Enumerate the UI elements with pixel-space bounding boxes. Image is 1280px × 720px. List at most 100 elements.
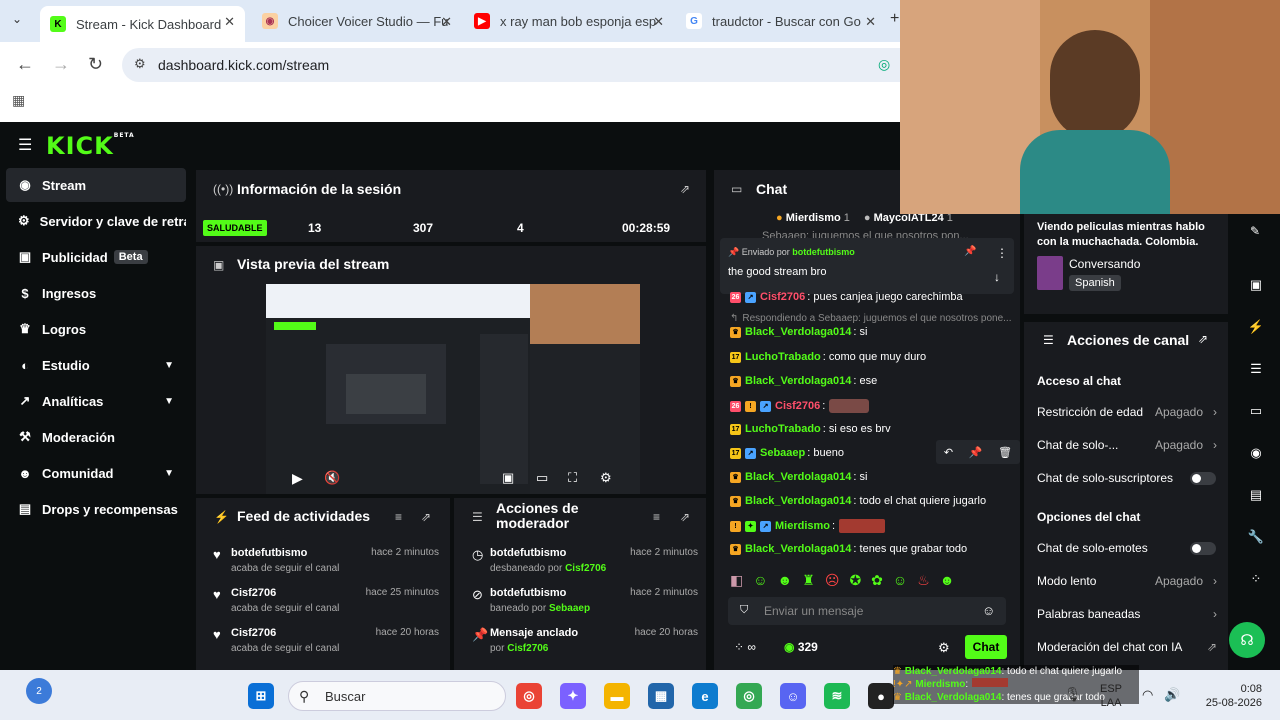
emote-icon[interactable]: ♜: [802, 572, 815, 590]
filter-icon[interactable]: ≡: [653, 510, 660, 524]
theater-icon[interactable]: ▭: [536, 470, 548, 486]
sidebar-item-stream[interactable]: ◉ Stream: [6, 168, 186, 202]
reload-icon[interactable]: ↻: [88, 54, 103, 75]
subscribers-only-toggle[interactable]: [1190, 472, 1216, 485]
volume-icon[interactable]: 🔊: [1164, 687, 1180, 703]
rail-mod-icon[interactable]: ▤: [1240, 482, 1272, 508]
play-icon[interactable]: ▶: [292, 470, 303, 487]
back-icon[interactable]: ←: [16, 54, 34, 75]
rail-list-icon[interactable]: ☰: [1240, 356, 1272, 382]
chat-username[interactable]: LuchoTrabado: [745, 423, 821, 435]
points-icon[interactable]: ⁘ ∞: [734, 640, 756, 654]
tab-list-chevron-icon[interactable]: ⌄: [12, 12, 22, 26]
sidebar-item-ads[interactable]: ▣ Publicidad Beta: [6, 240, 186, 274]
headset-support-icon[interactable]: ☊: [1229, 622, 1265, 658]
ai-moderation-row[interactable]: Moderación del chat con IA ⇗: [1037, 640, 1217, 654]
sidebar-item-income[interactable]: $ Ingresos: [6, 276, 186, 310]
chat-username[interactable]: Black_Verdolaga014: [745, 375, 851, 387]
banned-words-row[interactable]: Palabras baneadas ›: [1037, 607, 1217, 621]
chat-message[interactable]: 26! ↗ Cisf2706:: [730, 399, 870, 413]
emote-icon[interactable]: ✿: [871, 572, 883, 590]
age-restriction-row[interactable]: Restricción de edad Apagado ›: [1037, 405, 1217, 419]
windows-start-icon[interactable]: ⊞: [248, 683, 274, 709]
site-info-icon[interactable]: ⚙: [134, 56, 146, 72]
sidebar-item-moderation[interactable]: ⚒ Moderación: [6, 420, 186, 454]
chat-message[interactable]: 17 LuchoTrabado: si eso es brv: [730, 423, 891, 435]
chrome-active-icon[interactable]: ◎: [736, 683, 762, 709]
pip-icon[interactable]: ▣: [502, 470, 514, 486]
stream-preview-video[interactable]: ▶ 🔇 ▣ ▭ ⛶ ⚙: [266, 284, 640, 494]
chat-message[interactable]: ♛ Black_Verdolaga014: si: [730, 471, 867, 483]
emote-icon[interactable]: ☻: [778, 572, 793, 590]
chat-username[interactable]: Black_Verdolaga014: [745, 495, 851, 507]
apps-grid-icon[interactable]: ▦: [12, 92, 25, 109]
more-icon[interactable]: ⋮: [996, 246, 1008, 260]
emote-icon[interactable]: ☺: [753, 572, 767, 590]
tab-youtube[interactable]: ▶ x ray man bob esponja esp ✕: [464, 6, 674, 36]
menu-icon[interactable]: ☰: [18, 135, 32, 155]
stream-category[interactable]: Conversando: [1069, 257, 1140, 271]
chat-message[interactable]: ♛ Black_Verdolaga014: todo el chat quiere…: [730, 495, 986, 507]
close-tab-icon[interactable]: ✕: [224, 14, 235, 30]
chat-username[interactable]: Mierdismo: [775, 520, 830, 532]
gifter-name[interactable]: Mierdismo: [786, 212, 841, 224]
obs-icon[interactable]: ●: [868, 683, 894, 709]
chat-username[interactable]: LuchoTrabado: [745, 351, 821, 363]
slow-mode-row[interactable]: Modo lento Apagado ›: [1037, 574, 1217, 588]
mic-icon[interactable]: 🎙: [1064, 686, 1082, 703]
sidebar-item-studio[interactable]: ◐ Estudio ▼: [6, 348, 186, 382]
chat-username[interactable]: Black_Verdolaga014: [745, 543, 851, 555]
chat-message[interactable]: ♛ Black_Verdolaga014: si: [730, 326, 867, 338]
emotes-only-toggle[interactable]: [1190, 542, 1216, 555]
close-tab-icon[interactable]: ✕: [653, 14, 664, 30]
popout-icon[interactable]: ⇗: [421, 510, 431, 524]
chat-send-button[interactable]: Chat: [965, 635, 1007, 659]
mod-author[interactable]: Sebaaep: [549, 603, 590, 614]
chat-message[interactable]: ! ✦ ↗ Mierdismo:: [730, 519, 886, 533]
emote-icon[interactable]: ☻: [940, 572, 955, 590]
emote-icon[interactable]: ✪: [849, 572, 861, 590]
expand-icon[interactable]: ↓: [994, 270, 1000, 284]
kick-logo[interactable]: KICKBETA: [46, 132, 135, 160]
taskbar-search[interactable]: ⚲ Buscar: [288, 681, 506, 711]
pinned-user[interactable]: botdefutbismo: [792, 247, 855, 257]
emote-icon[interactable]: ☺: [893, 572, 907, 590]
chat-username[interactable]: Black_Verdolaga014: [745, 471, 851, 483]
mute-icon[interactable]: 🔇: [324, 470, 340, 486]
pin-icon[interactable]: 📌: [969, 446, 983, 459]
rail-apps-icon[interactable]: ⁘: [1240, 566, 1272, 592]
gear-icon[interactable]: ⚙: [938, 640, 950, 656]
copilot-icon[interactable]: ✦: [560, 683, 586, 709]
forward-icon[interactable]: →: [52, 54, 70, 75]
avatar-emote-icon[interactable]: ◧: [730, 572, 743, 590]
close-tab-icon[interactable]: ✕: [441, 14, 452, 30]
filter-icon[interactable]: ≡: [395, 510, 402, 524]
tab-choicer[interactable]: ◉ Choicer Voicer Studio — Fu ✕: [252, 6, 462, 36]
new-tab-icon[interactable]: +: [890, 10, 899, 28]
rail-panel-icon[interactable]: ▣: [1240, 272, 1272, 298]
edge-icon[interactable]: e: [692, 683, 718, 709]
input-language[interactable]: ESP LAA: [1100, 682, 1122, 710]
followers-only-row[interactable]: Chat de solo-... Apagado ›: [1037, 438, 1217, 452]
sidebar-item-server-key[interactable]: ⚙ Servidor y clave de retransmisión: [6, 204, 186, 238]
chat-username[interactable]: Sebaaep: [760, 447, 805, 459]
address-field[interactable]: ⚙ dashboard.kick.com/stream ◎: [122, 48, 900, 82]
chrome-icon[interactable]: ◎: [516, 683, 542, 709]
sidebar-item-drops[interactable]: ▤ Drops y recompensas: [6, 492, 186, 526]
chat-message[interactable]: ♛ Black_Verdolaga014: ese: [730, 375, 877, 387]
sidebar-item-achievements[interactable]: ♛ Logros: [6, 312, 186, 346]
discord-icon[interactable]: ☺: [780, 683, 806, 709]
mod-author[interactable]: Cisf2706: [507, 643, 548, 654]
lens-icon[interactable]: ◎: [878, 56, 890, 73]
chat-message[interactable]: ♛ Black_Verdolaga014: tenes que grabar to…: [730, 543, 967, 555]
widgets-icon[interactable]: 2: [26, 678, 52, 704]
close-tab-icon[interactable]: ✕: [865, 14, 876, 30]
popout-icon[interactable]: ⇗: [680, 182, 690, 196]
tab-kick-dashboard[interactable]: K Stream - Kick Dashboard ✕: [40, 6, 245, 42]
chat-username[interactable]: Cisf2706: [760, 291, 805, 303]
chat-message[interactable]: 17 LuchoTrabado: como que muy duro: [730, 351, 926, 363]
popout-icon[interactable]: ⇗: [680, 510, 690, 524]
gear-icon[interactable]: ⚙: [600, 470, 612, 486]
folder-icon[interactable]: ▬: [604, 683, 630, 709]
chat-input[interactable]: ⛉ Enviar un mensaje ☺: [728, 597, 1006, 625]
